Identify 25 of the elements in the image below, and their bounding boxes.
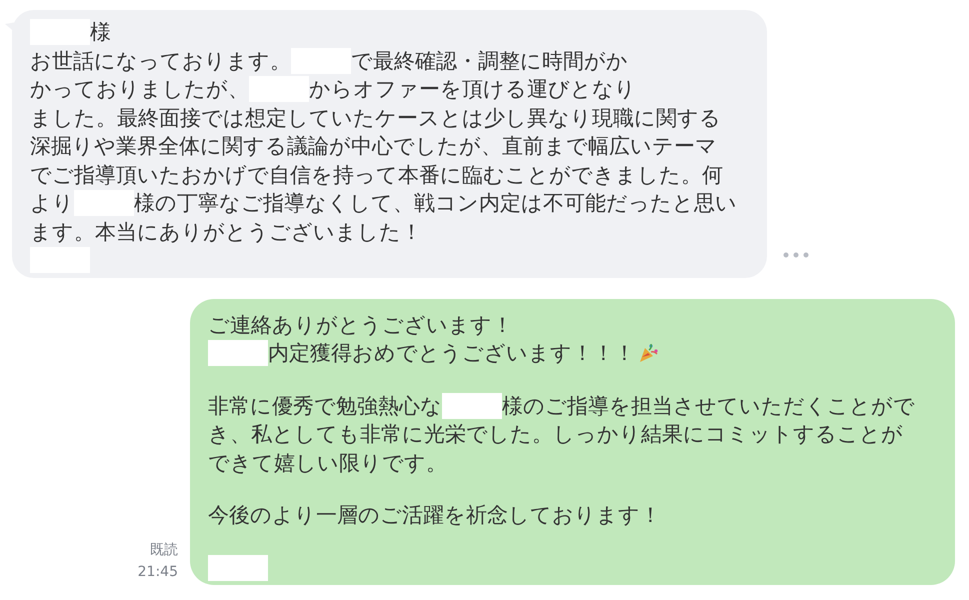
more-icon[interactable] [783,252,809,258]
message-text: ました。最終面接では想定していたケースとは少し異なり現職に関する [30,104,721,132]
message-text: かっておりましたが、 [30,76,249,103]
message-text: 様の丁寧なご指導なくして、戦コン内定は不可能だったと思い [134,190,737,217]
message-text: 内定獲得おめでとうございます！！！ [268,340,635,367]
message-text: 様 [90,19,111,46]
read-status: 既読 [150,541,178,560]
message-text: 深掘りや業界全体に関する議論が中心でしたが、直前まで幅広いテーマ [30,133,717,160]
message-text: 様のご指導を担当させていただくことがで [502,392,915,420]
message-time: 21:45 [138,563,178,582]
message-text: お世話になっております。 [30,48,291,74]
message-text: でご指導頂いたおかげで自信を持って本番に臨むことができました。何 [30,162,723,188]
redaction-box [208,340,268,366]
message-text: からオファーを頂ける運びとなり [309,76,636,103]
message-text: ます。本当にありがとうございました！ [30,218,422,246]
message-text: 非常に優秀で勉強熱心な [208,392,442,420]
party-popper-icon [637,342,659,364]
redaction-box [442,392,502,419]
message-text: できて嬉しい限りです。 [208,450,447,476]
message-text: 今後のより一層のご活躍を祈念しております！ [208,502,661,529]
message-text: き、私としても非常に光栄でした。しっかり結果にコミットすることが [208,421,903,448]
message-text: より [30,190,74,217]
message-text: で最終確認・調整に時間がか [351,48,628,74]
redaction-box [208,554,268,581]
message-text: ご連絡ありがとうございます！ [208,312,513,338]
